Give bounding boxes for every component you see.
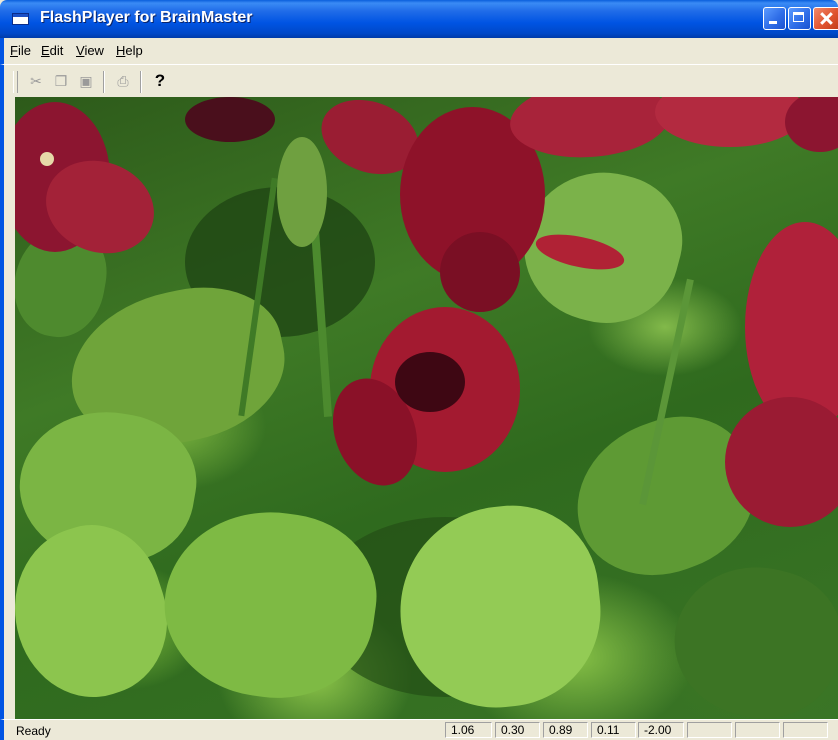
toolbar: ✂ ❐ ▣ ⎙ ? xyxy=(0,64,838,97)
title-bar[interactable]: FlashPlayer for BrainMaster xyxy=(0,0,838,38)
status-pane-5: -2.00 xyxy=(638,722,684,738)
flower-petal xyxy=(655,97,805,147)
toolbar-separator xyxy=(103,71,105,93)
flower-petal xyxy=(185,97,275,142)
copy-icon[interactable]: ❐ xyxy=(51,71,71,91)
maximize-button[interactable] xyxy=(788,7,811,30)
app-window: FlashPlayer for BrainMaster File Edit Vi… xyxy=(0,0,838,740)
status-pane-4: 0.11 xyxy=(591,722,636,738)
window-title: FlashPlayer for BrainMaster xyxy=(40,9,253,26)
status-text: Ready xyxy=(16,724,51,738)
toolbar-grip[interactable] xyxy=(13,71,18,93)
leaf xyxy=(153,498,387,711)
menu-view[interactable]: View xyxy=(76,43,104,58)
flower-center xyxy=(40,152,54,166)
status-pane-8 xyxy=(783,722,828,738)
print-icon[interactable]: ⎙ xyxy=(113,71,133,91)
flower-petal xyxy=(440,232,520,312)
close-button[interactable] xyxy=(813,7,838,30)
app-icon xyxy=(12,13,29,25)
flower-bud xyxy=(277,137,327,247)
status-pane-6 xyxy=(687,722,732,738)
status-pane-7 xyxy=(735,722,780,738)
help-icon[interactable]: ? xyxy=(150,71,170,91)
status-pane-2: 0.30 xyxy=(495,722,540,738)
leaf xyxy=(659,549,838,719)
menu-bar: File Edit View Help xyxy=(0,38,838,64)
frame-left-border xyxy=(0,97,15,719)
paste-icon[interactable]: ▣ xyxy=(76,71,96,91)
menu-edit[interactable]: Edit xyxy=(41,43,63,58)
cut-icon[interactable]: ✂ xyxy=(26,71,46,91)
status-pane-3: 0.89 xyxy=(543,722,588,738)
flower-petal xyxy=(785,97,838,152)
menu-help[interactable]: Help xyxy=(116,43,143,58)
toolbar-separator xyxy=(140,71,142,93)
status-pane-1: 1.06 xyxy=(445,722,492,738)
flowers-photo xyxy=(15,97,838,719)
menu-file[interactable]: File xyxy=(10,43,31,58)
flower-center xyxy=(395,352,465,412)
status-bar: Ready 1.06 0.30 0.89 0.11 -2.00 xyxy=(0,719,838,740)
minimize-button[interactable] xyxy=(763,7,786,30)
